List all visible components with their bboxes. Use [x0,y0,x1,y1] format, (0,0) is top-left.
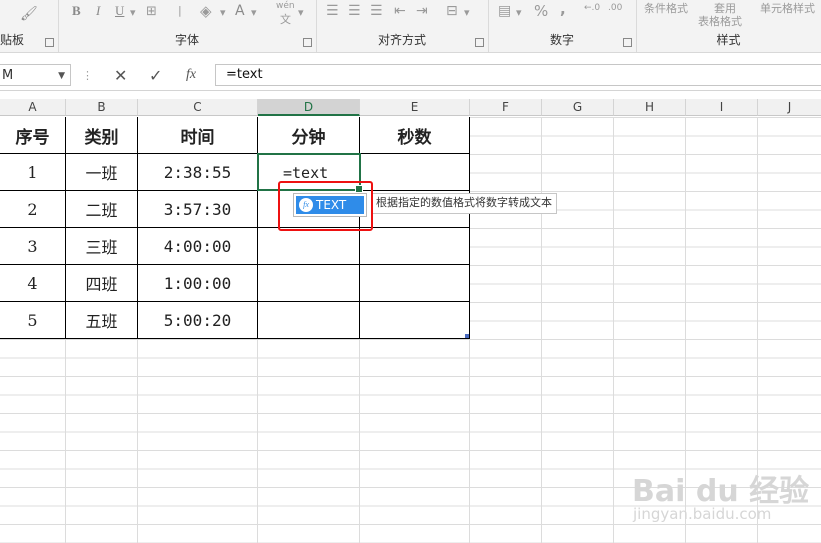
decrease-indent-icon[interactable]: ⇤ [394,3,406,19]
header-cell-seconds[interactable]: 秒数 [360,117,470,154]
percent-button[interactable]: % [534,2,548,20]
column-header-h[interactable]: H [614,99,686,116]
table-cell-category[interactable]: 二班 [66,191,138,228]
group-label-alignment: 对齐方式 [377,33,426,47]
column-header-g[interactable]: G [542,99,614,116]
border-icon[interactable]: ⊞ [146,4,157,19]
table-cell-index[interactable]: 4 [0,265,66,302]
column-header-a[interactable]: A [0,99,66,116]
fill-color-icon[interactable]: ◈ [200,2,212,20]
column-header-i[interactable]: I [686,99,758,116]
underline-button[interactable]: U [115,3,124,19]
header-cell-index[interactable]: 序号 [0,117,66,154]
font-group: B I U ▾ ⊞ | ◈ ▾ A ▾ wén 文 ▾ 字体 [58,0,317,52]
dialog-launcher-icon[interactable] [623,38,632,47]
chevron-down-icon[interactable]: ▾ [298,6,304,19]
currency-icon[interactable]: ▤ [498,3,511,19]
conditional-format-button[interactable]: 条件格式 [644,0,688,16]
chevron-down-icon[interactable]: ▼ [58,65,65,87]
table-cell-seconds[interactable] [360,154,470,191]
header-cell-category[interactable]: 类别 [66,117,138,154]
table-cell-index[interactable]: 5 [0,302,66,339]
formula-bar: M ▼ ⋮ ✕ ✓ fx =text [0,60,821,91]
insert-function-button[interactable]: fx [186,67,196,83]
table-cell-minutes[interactable] [258,228,360,265]
table-cell-seconds[interactable] [360,302,470,339]
table-cell-minutes[interactable] [258,302,360,339]
more-options-icon[interactable]: ⋮ [82,69,93,82]
alignment-group: ☰ ☰ ☰ ⇤ ⇥ ⊟ ▾ 对齐方式 [316,0,489,52]
table-cell-time[interactable]: 3:57:30 [138,191,258,228]
table-cell-minutes[interactable] [258,265,360,302]
align-right-icon[interactable]: ☰ [370,3,383,19]
name-box-value: M [2,68,14,83]
column-header-c[interactable]: C [138,99,258,116]
highlight-annotation [278,181,373,231]
increase-indent-icon[interactable]: ⇥ [416,3,428,19]
cancel-button[interactable]: ✕ [114,66,127,85]
styles-group: 条件格式 套用 表格格式 单元格样式 样式 [636,0,821,52]
dialog-launcher-icon[interactable] [303,38,312,47]
header-cell-time[interactable]: 时间 [138,117,258,154]
phonetic-guide-top[interactable]: wén [276,1,295,11]
chevron-down-icon[interactable]: ▾ [220,6,226,19]
table-cell-time[interactable]: 2:38:55 [138,154,258,191]
group-label-styles: 样式 [716,33,741,47]
column-header-e[interactable]: E [360,99,470,116]
font-color-button[interactable]: A [235,3,245,19]
active-cell-text: =text [283,164,329,182]
chevron-down-icon[interactable]: ▾ [464,6,470,19]
format-painter-icon[interactable]: 🖌 [20,6,38,22]
align-center-icon[interactable]: ☰ [348,3,361,19]
column-header-d[interactable]: D [258,99,360,116]
table-cell-seconds[interactable] [360,228,470,265]
merge-cells-icon[interactable]: ⊟ [446,3,458,19]
watermark-url: jingyan.baidu.com [633,505,772,523]
table-cell-category[interactable]: 三班 [66,228,138,265]
group-label-number: 数字 [549,33,574,47]
table-cell-category[interactable]: 五班 [66,302,138,339]
format-as-table-button[interactable]: 表格格式 [698,13,742,29]
group-label-font: 字体 [174,33,199,47]
clipboard-group: 🖌 贴板 [0,0,59,52]
dialog-launcher-icon[interactable] [45,38,54,47]
grid-line [613,117,614,543]
column-header-j[interactable]: J [758,99,821,116]
ribbon: 🖌 贴板 B I U ▾ ⊞ | ◈ ▾ A ▾ wén 文 ▾ 字体 ☰ ☰ … [0,0,821,53]
column-header-b[interactable]: B [66,99,138,116]
increase-decimal-icon[interactable]: ←.0 [584,3,600,13]
cell-styles-button[interactable]: 单元格样式 [760,0,815,16]
formula-input[interactable]: =text [215,64,821,86]
table-cell-index[interactable]: 2 [0,191,66,228]
grid-line [541,117,542,543]
chevron-down-icon[interactable]: ▾ [251,6,257,19]
table-cell-time[interactable]: 5:00:20 [138,302,258,339]
bold-button[interactable]: B [72,3,81,19]
comma-button[interactable]: , [560,0,566,18]
chevron-down-icon[interactable]: ▾ [516,6,522,19]
dialog-launcher-icon[interactable] [475,38,484,47]
decrease-decimal-icon[interactable]: .00 [608,3,622,13]
chevron-down-icon[interactable]: ▾ [130,6,136,19]
italic-button[interactable]: I [96,3,100,19]
table-resize-handle[interactable] [465,334,469,338]
number-group: ▤ ▾ % , ←.0 .00 数字 [488,0,637,52]
phonetic-guide-bottom[interactable]: 文 [280,11,291,27]
enter-button[interactable]: ✓ [149,66,162,85]
table-cell-index[interactable]: 1 [0,154,66,191]
table-cell-time[interactable]: 1:00:00 [138,265,258,302]
header-cell-minutes[interactable]: 分钟 [258,117,360,154]
column-header-f[interactable]: F [470,99,542,116]
table-cell-index[interactable]: 3 [0,228,66,265]
watermark-logo: Bai du 经验 [632,474,810,509]
table-cell-category[interactable]: 一班 [66,154,138,191]
table-cell-time[interactable]: 4:00:00 [138,228,258,265]
name-box[interactable]: M ▼ [0,64,71,86]
table-cell-seconds[interactable] [360,265,470,302]
separator-icon: | [178,4,182,17]
align-left-icon[interactable]: ☰ [326,3,339,19]
function-tooltip: 根据指定的数值格式将数字转成文本 [371,193,557,214]
table-cell-category[interactable]: 四班 [66,265,138,302]
